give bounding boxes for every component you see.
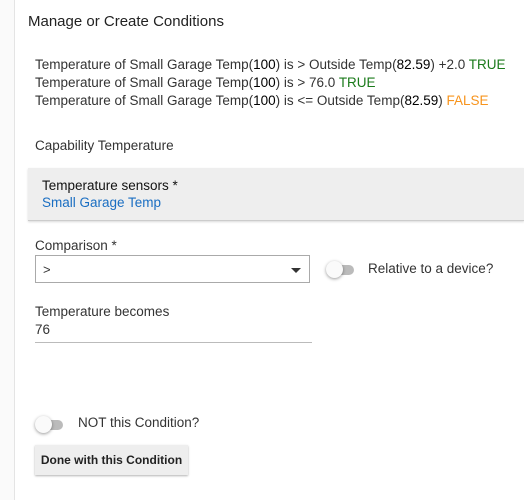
temperature-label: Temperature becomes <box>35 304 170 319</box>
temperature-input[interactable]: 76 <box>35 322 312 343</box>
toggle-knob <box>326 261 343 278</box>
text: ) is <= Outside Temp( <box>275 93 405 108</box>
relative-label: Relative to a device? <box>368 261 494 276</box>
capability-label: Capability Temperature <box>35 138 174 153</box>
result-false: FALSE <box>446 93 489 108</box>
text: ) is > Outside Temp( <box>275 57 397 72</box>
value: 82.59 <box>396 57 431 72</box>
result-true: TRUE <box>468 57 506 72</box>
comparison-value: > <box>43 262 51 277</box>
relative-toggle[interactable] <box>326 261 356 278</box>
page-title: Manage or Create Conditions <box>28 13 224 30</box>
not-condition-toggle[interactable] <box>35 416 65 433</box>
comparison-label: Comparison * <box>35 238 117 253</box>
sensors-label: Temperature sensors * <box>42 178 178 193</box>
text: ) +2.0 <box>430 57 469 72</box>
toggle-knob <box>35 416 52 433</box>
value: 100 <box>253 93 276 108</box>
value: 82.59 <box>404 93 439 108</box>
text: Temperature of Small Garage Temp( <box>35 57 254 72</box>
text: Temperature of Small Garage Temp( <box>35 93 254 108</box>
text: Temperature of Small Garage Temp( <box>35 75 254 90</box>
condition-list: Temperature of Small Garage Temp(100) is… <box>35 56 506 110</box>
not-condition-label: NOT this Condition? <box>78 415 200 430</box>
value: 100 <box>253 75 276 90</box>
text: ) <box>438 93 447 108</box>
temperature-sensors-selector[interactable]: Temperature sensors * Small Garage Temp <box>28 168 524 221</box>
condition-line: Temperature of Small Garage Temp(100) is… <box>35 92 506 110</box>
condition-line: Temperature of Small Garage Temp(100) is… <box>35 74 506 92</box>
done-button[interactable]: Done with this Condition <box>35 445 188 475</box>
chevron-down-icon <box>291 268 301 273</box>
left-border <box>0 0 15 500</box>
text: ) is > 76.0 <box>275 75 339 90</box>
condition-line: Temperature of Small Garage Temp(100) is… <box>35 56 506 74</box>
comparison-select[interactable]: > <box>35 255 310 283</box>
sensors-value[interactable]: Small Garage Temp <box>42 195 161 210</box>
value: 100 <box>253 57 276 72</box>
result-true: TRUE <box>338 75 376 90</box>
